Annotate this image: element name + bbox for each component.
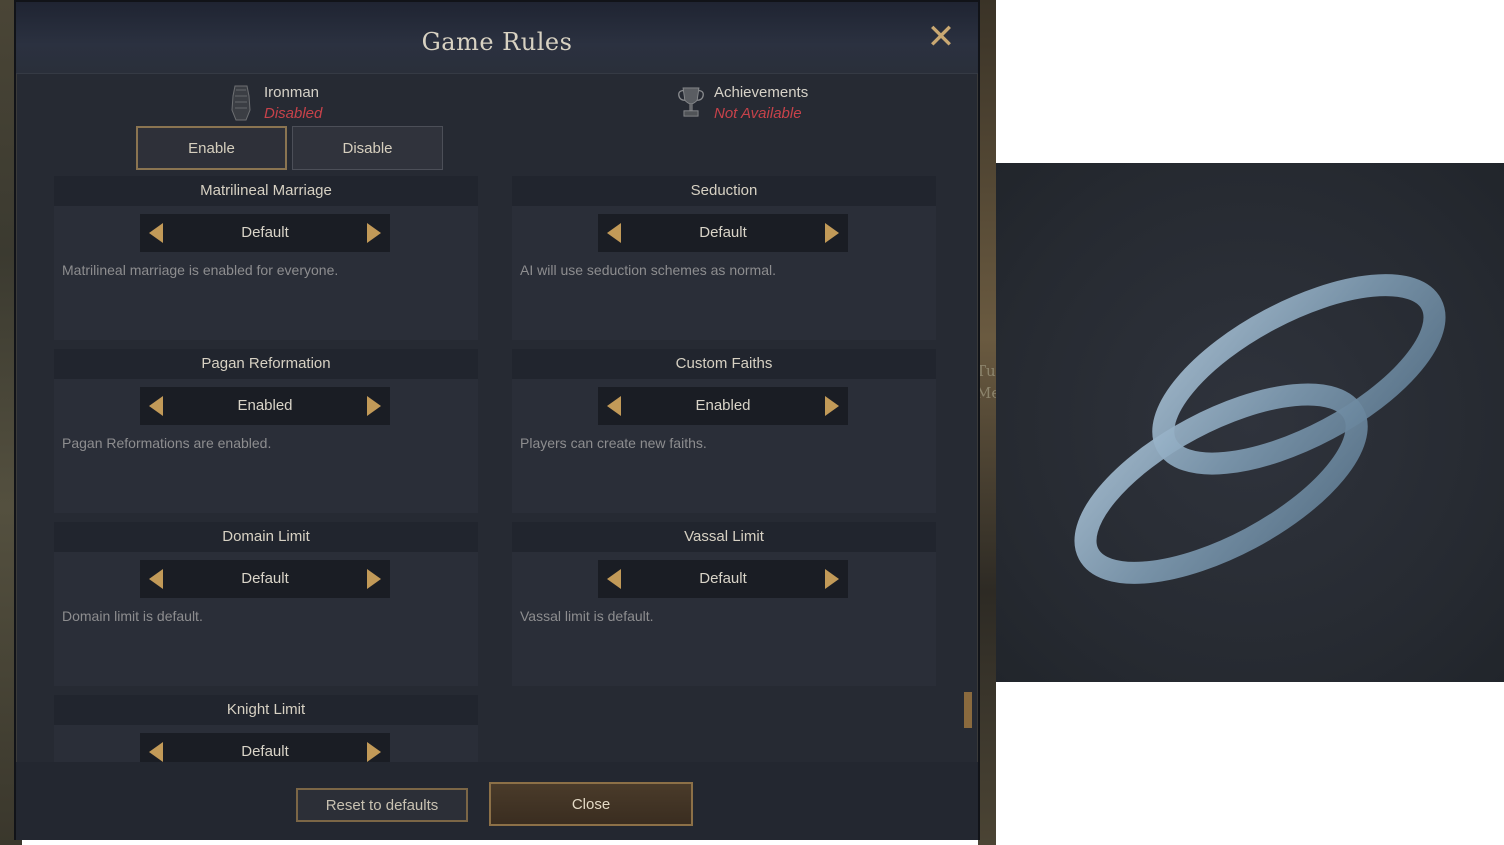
enable-ironman-button[interactable]: Enable [136,126,287,170]
rule-title: Seduction [690,182,758,199]
rule-value: Default [241,743,289,760]
rule-selector: Default [598,214,848,252]
arrow-right-icon[interactable] [367,223,381,243]
rule-title: Matrilineal Marriage [200,182,332,199]
ironman-value: Disabled [264,105,323,122]
arrow-right-icon[interactable] [825,396,839,416]
rules-list: Matrilineal Marriage Default Matrilineal… [22,176,968,762]
rule-title: Pagan Reformation [201,355,331,372]
achievements-label: Achievements [714,84,809,101]
map-background-right [978,0,996,845]
rule-value: Default [241,570,289,587]
rule-description: Domain limit is default. [62,608,203,624]
zoomed-icon-panel [996,163,1504,682]
gauntlet-icon [231,85,251,121]
close-icon[interactable]: ✕ [926,20,956,54]
window-footer: Reset to defaults Close [16,762,978,840]
rule-selector: Default [140,560,390,598]
rule-value: Default [241,224,289,241]
scrollbar-thumb[interactable] [964,692,972,728]
rule-description: Pagan Reformations are enabled. [62,435,272,451]
rule-card-domain-limit: Domain Limit Default Domain limit is def… [54,522,478,686]
arrow-right-icon[interactable] [367,396,381,416]
rule-selector: Default [598,560,848,598]
window-header: Game Rules ✕ [16,2,978,74]
ironman-label: Ironman [264,84,320,101]
rule-title: Knight Limit [226,701,306,718]
rule-value: Default [699,570,747,587]
rule-card-seduction: Seduction Default AI will use seduction … [512,176,936,340]
trophy-icon [678,87,704,117]
rule-selector: Default [140,733,390,762]
rule-description: AI will use seduction schemes as normal. [520,262,776,278]
game-rules-window: Game Rules ✕ Ironman Disabled Achievemen… [14,0,980,840]
rule-card-matrilineal-marriage: Matrilineal Marriage Default Matrilineal… [54,176,478,340]
achievements-value: Not Available [714,105,802,122]
rule-description: Matrilineal marriage is enabled for ever… [62,262,339,278]
window-title: Game Rules [421,28,573,56]
rule-selector: Default [140,214,390,252]
arrow-right-icon[interactable] [367,742,381,762]
rule-description: Players can create new faiths. [520,435,707,451]
rule-value: Default [699,224,747,241]
rule-card-custom-faiths: Custom Faiths Enabled Players can create… [512,349,936,513]
reset-to-defaults-button[interactable]: Reset to defaults [296,788,468,822]
rule-card-vassal-limit: Vassal Limit Default Vassal limit is def… [512,522,936,686]
rule-card-knight-limit: Knight Limit Default [54,695,478,762]
rule-title: Custom Faiths [675,355,773,372]
close-button[interactable]: Close [489,782,693,826]
rule-title: Vassal Limit [684,528,764,545]
rule-description: Vassal limit is default. [520,608,654,624]
rule-selector: Enabled [140,387,390,425]
rule-card-empty [512,695,936,762]
rule-selector: Enabled [598,387,848,425]
rule-value: Enabled [237,397,293,414]
arrow-right-icon[interactable] [367,569,381,589]
arrow-right-icon[interactable] [825,569,839,589]
rule-value: Enabled [695,397,751,414]
rule-card-pagan-reformation: Pagan Reformation Enabled Pagan Reformat… [54,349,478,513]
arrow-right-icon[interactable] [825,223,839,243]
wedding-rings-icon [1074,274,1446,584]
rule-title: Domain Limit [222,528,310,545]
disable-ironman-button[interactable]: Disable [292,126,443,170]
